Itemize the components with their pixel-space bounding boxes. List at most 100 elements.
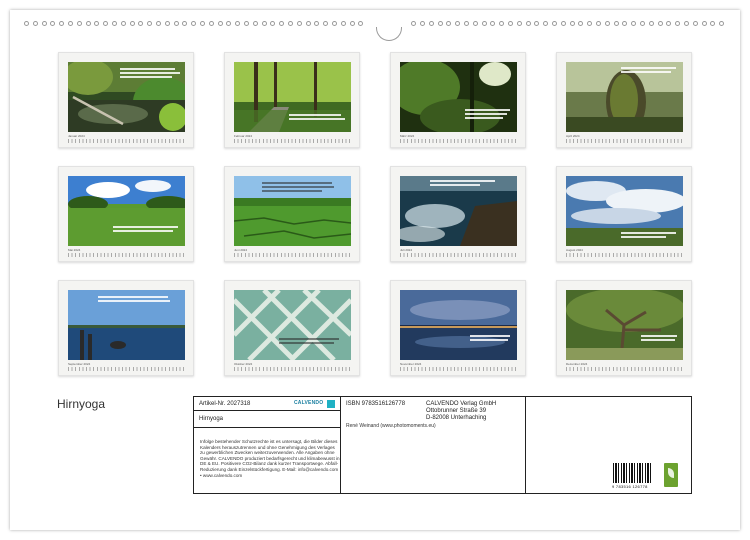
calendar-title: Hirnyoga [57, 397, 106, 411]
binding-hole [684, 21, 689, 26]
binding-hole [525, 21, 531, 26]
day-grid [400, 139, 517, 143]
month-label: März 2024 [400, 134, 415, 138]
binding-hole [129, 21, 135, 26]
binding-hole [701, 21, 707, 26]
month-label: Juni 2024 [234, 248, 248, 252]
binding-hole [666, 21, 672, 26]
month-thumb-august[interactable]: August 2024 [556, 166, 692, 262]
binding-hole [235, 21, 241, 26]
month-label: Oktober 2024 [234, 362, 253, 366]
calvendo-logo: CALVENDO [294, 400, 324, 406]
binding-hole [499, 21, 505, 26]
binding-hole [472, 21, 478, 26]
month-thumb-april[interactable]: April 2024 [556, 52, 692, 148]
binding-hole [455, 21, 461, 26]
binding-hole [657, 21, 663, 26]
binding-hole [464, 21, 469, 26]
binding-hole [631, 21, 637, 26]
calvendo-logo-mark [327, 400, 335, 408]
publisher-city: D-82008 Unterhaching [426, 415, 487, 421]
month-thumb-february[interactable]: Februar 2024 [224, 52, 360, 148]
month-label: Dezember 2024 [566, 362, 588, 366]
binding-hole [604, 21, 610, 26]
binding-hole [261, 21, 267, 26]
month-label: April 2024 [566, 134, 580, 138]
binding-hole [226, 21, 232, 26]
binding-hole [68, 21, 73, 26]
binding-hole [332, 21, 337, 26]
binding-hole [587, 21, 593, 26]
day-grid [400, 253, 517, 257]
article-number: Artikel-Nr. 2027318 [199, 401, 251, 407]
month-thumb-january[interactable]: Januar 2024 [58, 52, 194, 148]
month-label: Februar 2024 [234, 134, 253, 138]
binding-hole [147, 21, 153, 26]
binding-hole [560, 21, 566, 26]
binding-hole [208, 21, 214, 26]
day-grid [400, 367, 517, 371]
binding-hole [613, 21, 619, 26]
copyright-notice: Infolge bestehender Schutzrechte ist es … [200, 439, 340, 478]
month-photo [566, 62, 683, 132]
binding-hole [217, 21, 223, 26]
binding-hole [41, 21, 47, 26]
binding-hole [156, 21, 161, 26]
month-thumb-june[interactable]: Juni 2024 [224, 166, 360, 262]
month-label: Mai 2024 [68, 248, 81, 252]
binding-hole [59, 21, 65, 26]
day-grid [68, 139, 185, 143]
isbn: ISBN 9783516126778 [346, 401, 406, 407]
binding-hole [420, 21, 425, 26]
binding-hole [164, 21, 170, 26]
binding-hole [314, 21, 320, 26]
binding-hole [120, 21, 126, 26]
binding-hole [173, 21, 179, 26]
binding-hole [305, 21, 311, 26]
binding-hole [24, 21, 29, 26]
month-thumb-july[interactable]: Juli 2024 [390, 166, 526, 262]
month-photo [68, 176, 185, 246]
binding-hole [578, 21, 584, 26]
binding-hole [358, 21, 364, 26]
photographer: René Weinand (www.photomoments.eu) [346, 423, 436, 429]
binding-hole [569, 21, 575, 26]
binding-hole [437, 21, 443, 26]
binding-hole [296, 21, 302, 26]
fsc-leaf-icon [664, 463, 678, 487]
binding-hole [323, 21, 329, 26]
binding-hole [279, 21, 285, 26]
day-grid [566, 139, 683, 143]
binding-hole [191, 21, 197, 26]
binding-hole [112, 21, 117, 26]
day-grid [234, 253, 351, 257]
binding-hole [411, 21, 417, 26]
binding-hole [552, 21, 557, 26]
day-grid [566, 367, 683, 371]
binding-hole [534, 21, 540, 26]
binding-hole [340, 21, 346, 26]
binding-hole [288, 21, 293, 26]
binding-hole [516, 21, 522, 26]
month-thumb-september[interactable]: September 2024 [58, 280, 194, 376]
month-thumb-november[interactable]: November 2024 [390, 280, 526, 376]
month-thumb-december[interactable]: Dezember 2024 [556, 280, 692, 376]
barcode [613, 463, 653, 483]
month-thumb-october[interactable]: Oktober 2024 [224, 280, 360, 376]
binding-hole [32, 21, 38, 26]
binding-hole [508, 21, 513, 26]
month-thumb-may[interactable]: Mai 2024 [58, 166, 194, 262]
binding-hole [103, 21, 109, 26]
hanger-hook [376, 27, 402, 41]
month-photo [400, 62, 517, 132]
binding-hole [244, 21, 249, 26]
binding-hole [252, 21, 258, 26]
month-thumb-march[interactable]: März 2024 [390, 52, 526, 148]
binding-hole [428, 21, 434, 26]
barcode-number: 9 783516 126778 [612, 484, 648, 489]
binding-hole [481, 21, 487, 26]
binding-hole [710, 21, 716, 26]
binding-hole [719, 21, 725, 26]
month-photo [400, 176, 517, 246]
binding-hole [200, 21, 205, 26]
